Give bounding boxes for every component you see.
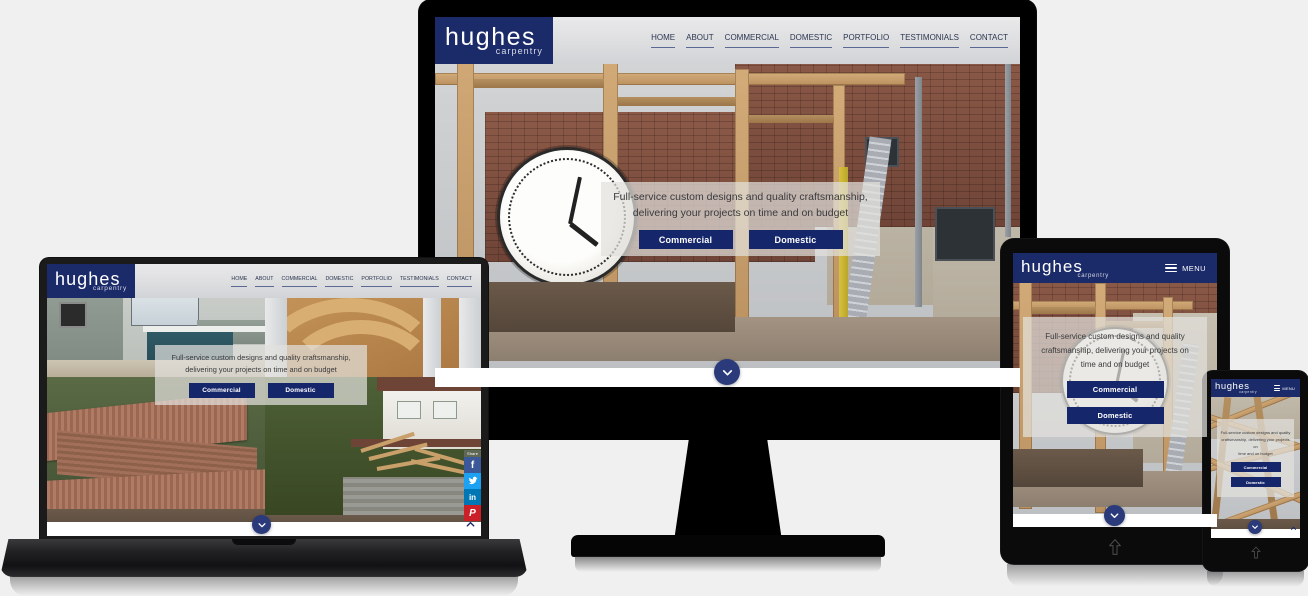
phone: Full-service custom designs and quality …	[1203, 371, 1308, 592]
nav-item-about[interactable]: ABOUT	[255, 276, 274, 287]
logo-tagline: carpentry	[1239, 389, 1257, 394]
scroll-down-button[interactable]	[714, 359, 740, 385]
nav-item-contact[interactable]: CONTACT	[446, 276, 472, 287]
hero-headline-line1: Full-service custom designs and quality	[1045, 332, 1185, 341]
phone-reflection	[1207, 571, 1304, 587]
commercial-button[interactable]: Commercial	[1230, 462, 1281, 472]
nav-tablet: MENU	[1117, 253, 1217, 283]
share-label: Share	[464, 450, 481, 457]
laptop: Full-service custom designs and quality …	[0, 258, 528, 596]
hero-headline-line1: Full-service custom designs and quality	[1220, 430, 1291, 435]
scroll-down-button[interactable]	[252, 515, 271, 534]
arrow-up-icon	[1251, 546, 1261, 558]
nav-item-domestic[interactable]: DOMESTIC	[789, 33, 833, 48]
monitor-neck	[674, 437, 782, 541]
website-laptop: Full-service custom designs and quality …	[47, 264, 481, 536]
nav-item-domestic[interactable]: DOMESTIC	[325, 276, 354, 287]
hero-overlay-desktop: Full-service custom designs and quality …	[601, 182, 880, 256]
back-to-top-button[interactable]	[1290, 519, 1297, 537]
scroll-down-button[interactable]	[1248, 520, 1262, 534]
hero-overlay-phone: Full-service custom designs and quality …	[1217, 419, 1294, 497]
hero-headline-line3: time and on budget	[1080, 360, 1150, 369]
mobile-menu-label: MENU	[1182, 263, 1206, 273]
hero-headline-line2: craftsmanship, delivering your projects …	[1041, 346, 1189, 355]
hero-headline-line2: craftsmanship, delivering your projects …	[1221, 437, 1290, 449]
hero-headline-line3: time and on budget	[1238, 451, 1273, 456]
site-header-phone: hughes carpentry MENU	[1211, 379, 1300, 397]
nav-item-commercial[interactable]: COMMERCIAL	[281, 276, 318, 287]
nav-item-about[interactable]: ABOUT	[686, 33, 714, 48]
logo-desktop[interactable]: hughes carpentry	[435, 17, 553, 64]
monitor-reflection	[575, 556, 881, 572]
hero-overlay-laptop: Full-service custom designs and quality …	[155, 345, 367, 405]
hero-headline-line1: Full-service custom designs and quality …	[613, 191, 868, 203]
commercial-button[interactable]: Commercial	[188, 383, 255, 398]
logo-phone[interactable]: hughes carpentry	[1211, 379, 1261, 397]
share-pinterest-icon[interactable]: P	[464, 505, 481, 521]
mobile-menu-label: MENU	[1282, 385, 1295, 391]
phone-home-indicator[interactable]	[1245, 543, 1267, 561]
logo-tagline: carpentry	[495, 46, 543, 56]
share-facebook-icon[interactable]: f	[464, 457, 481, 473]
logo-tagline: carpentry	[92, 284, 127, 292]
mobile-menu-button[interactable]: MENU	[1165, 264, 1206, 273]
hamburger-icon	[1273, 385, 1280, 391]
hero-overlay-tablet: Full-service custom designs and quality …	[1023, 317, 1207, 437]
device-mockup-stage: Full-service custom designs and quality …	[0, 0, 1308, 596]
nav-item-portfolio[interactable]: PORTFOLIO	[361, 276, 392, 287]
share-twitter-icon[interactable]	[464, 473, 481, 489]
logo-tablet[interactable]: hughes carpentry	[1013, 253, 1117, 283]
domestic-button[interactable]: Domestic	[267, 383, 334, 398]
nav-item-portfolio[interactable]: PORTFOLIO	[843, 33, 890, 48]
tablet-home-indicator[interactable]	[1100, 535, 1130, 559]
nav-item-testimonials[interactable]: TESTIMONIALS	[399, 276, 439, 287]
nav-item-contact[interactable]: CONTACT	[969, 33, 1008, 48]
site-header-laptop: hughes carpentry HOME ABOUT COMMERCIAL D…	[47, 264, 481, 298]
tablet: Full-service custom designs and quality …	[1001, 239, 1229, 592]
chevron-down-icon	[722, 369, 732, 375]
chevron-down-icon	[257, 522, 266, 527]
share-linkedin-icon[interactable]: in	[464, 489, 481, 505]
tablet-reflection	[1007, 564, 1223, 586]
nav-item-home[interactable]: HOME	[231, 276, 248, 287]
nav-item-home[interactable]: HOME	[651, 33, 676, 48]
hero-section-tablet: Full-service custom designs and quality …	[1013, 253, 1217, 527]
tablet-screen: Full-service custom designs and quality …	[1013, 253, 1217, 527]
phone-screen: Full-service custom designs and quality …	[1211, 379, 1300, 538]
laptop-reflection	[10, 576, 518, 596]
domestic-button[interactable]: Domestic	[1066, 407, 1164, 424]
social-share-rail: Share f in P	[464, 450, 481, 521]
arrow-up-icon	[1109, 539, 1121, 555]
twitter-bird-icon	[468, 476, 478, 485]
hero-section-phone: Full-service custom designs and quality …	[1211, 379, 1300, 538]
nav-item-commercial[interactable]: COMMERCIAL	[724, 33, 779, 48]
domestic-button[interactable]: Domestic	[1230, 477, 1281, 487]
logo-laptop[interactable]: hughes carpentry	[47, 264, 135, 298]
commercial-button[interactable]: Commercial	[1066, 381, 1164, 398]
site-header-tablet: hughes carpentry MENU	[1013, 253, 1217, 283]
scroll-down-button[interactable]	[1104, 505, 1125, 526]
site-header-desktop: hughes carpentry HOME ABOUT COMMERCIAL D…	[435, 17, 1020, 64]
hero-section-laptop: Full-service custom designs and quality …	[47, 264, 481, 536]
hero-headline-line2: delivering your projects on time and on …	[185, 365, 337, 374]
nav-phone: MENU	[1261, 379, 1300, 397]
domestic-button[interactable]: Domestic	[748, 230, 843, 249]
website-tablet: Full-service custom designs and quality …	[1013, 253, 1217, 527]
chevron-up-icon	[1290, 526, 1297, 530]
chevron-down-icon	[1110, 513, 1119, 519]
laptop-screen: Full-service custom designs and quality …	[47, 264, 481, 536]
nav-laptop: HOME ABOUT COMMERCIAL DOMESTIC PORTFOLIO…	[135, 264, 481, 298]
nav-item-testimonials[interactable]: TESTIMONIALS	[900, 33, 959, 48]
hero-headline-line2: delivering your projects on time and on …	[632, 207, 849, 219]
chevron-down-icon	[1252, 525, 1258, 529]
logo-tagline: carpentry	[1077, 272, 1109, 279]
website-phone: Full-service custom designs and quality …	[1211, 379, 1300, 538]
mobile-menu-button[interactable]: MENU	[1273, 385, 1295, 391]
laptop-trackpad-notch	[232, 539, 296, 545]
hero-headline-line1: Full-service custom designs and quality …	[171, 353, 351, 362]
commercial-button[interactable]: Commercial	[638, 230, 733, 249]
nav-desktop: HOME ABOUT COMMERCIAL DOMESTIC PORTFOLIO…	[553, 17, 1020, 64]
monitor-base	[571, 535, 885, 557]
hamburger-icon	[1165, 263, 1178, 273]
